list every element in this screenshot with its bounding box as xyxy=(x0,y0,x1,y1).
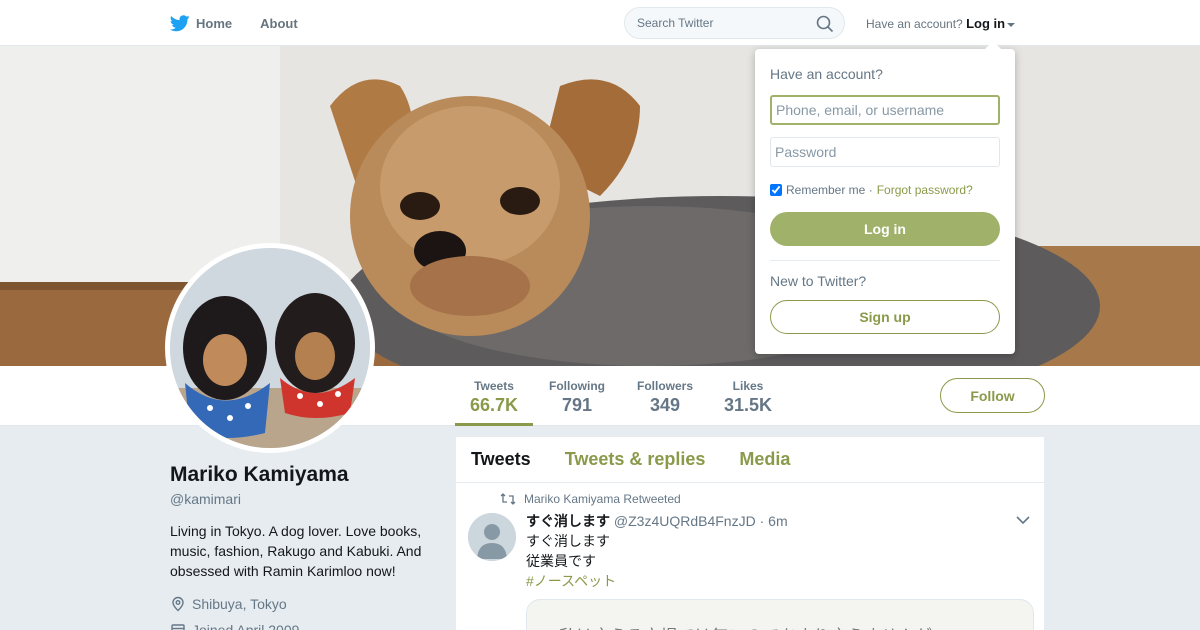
login-dropdown-title: Have an account? xyxy=(770,66,883,82)
timeline: Tweets Tweets & replies Media Mariko Kam… xyxy=(456,437,1044,630)
stat-followers[interactable]: Followers 349 xyxy=(628,366,702,426)
stat-value: 66.7K xyxy=(469,395,519,415)
stat-value: 31.5K xyxy=(723,395,773,415)
joined-text: Joined April 2009 xyxy=(192,622,300,630)
login-toggle[interactable]: Have an account? Log in xyxy=(866,16,1016,31)
new-to-twitter-text: New to Twitter? xyxy=(770,273,867,289)
retweet-icon xyxy=(500,493,516,505)
tweet-hashtag[interactable]: #ノースペット xyxy=(526,571,616,591)
tweet-time-separator: · xyxy=(759,513,765,529)
stat-tweets[interactable]: Tweets 66.7K xyxy=(455,366,533,426)
tab-tweets-replies[interactable]: Tweets & replies xyxy=(565,449,706,470)
password-field[interactable] xyxy=(770,137,1000,167)
follow-button[interactable]: Follow xyxy=(940,378,1045,413)
nav-home-label: Home xyxy=(196,15,233,31)
login-prompt: Have an account? xyxy=(866,17,963,31)
nav-links: Home About xyxy=(170,0,326,46)
search-box[interactable] xyxy=(624,7,845,39)
login-dropdown: Have an account? Remember me · Forgot pa… xyxy=(755,41,1015,354)
login-link[interactable]: Log in xyxy=(966,16,1005,31)
stat-label: Followers xyxy=(636,379,693,393)
stat-value: 791 xyxy=(561,395,593,415)
nav-home[interactable]: Home xyxy=(170,14,233,32)
remember-me-checkbox[interactable] xyxy=(770,184,782,196)
tweet-line: すぐ消します xyxy=(526,533,610,549)
profile-location: Shibuya, Tokyo xyxy=(170,596,287,612)
stat-label: Likes xyxy=(732,379,764,393)
tweet-menu-chevron-icon[interactable] xyxy=(1016,515,1030,525)
remember-me-label[interactable]: Remember me xyxy=(786,183,865,197)
tab-tweets[interactable]: Tweets xyxy=(471,449,531,470)
tab-media[interactable]: Media xyxy=(739,449,790,470)
tweet-header: すぐ消します @Z3z4UQRdB4FnzJD · 6m xyxy=(526,511,788,531)
profile-handle[interactable]: @kamimari xyxy=(170,491,241,507)
stat-following[interactable]: Following 791 xyxy=(540,366,614,426)
stat-likes[interactable]: Likes 31.5K xyxy=(718,366,778,426)
profile-avatar[interactable] xyxy=(165,243,375,453)
default-avatar-icon xyxy=(468,513,516,561)
profile-name[interactable]: Mariko Kamiyama xyxy=(170,463,349,487)
tweet-author-avatar[interactable] xyxy=(468,513,516,561)
calendar-icon xyxy=(171,624,185,630)
caret-down-icon xyxy=(1007,22,1016,27)
nav-about[interactable]: About xyxy=(260,16,298,31)
stat-value: 349 xyxy=(649,395,681,415)
login-button[interactable]: Log in xyxy=(770,212,1000,246)
tweet-author-handle[interactable]: @Z3z4UQRdB4FnzJD xyxy=(614,513,756,529)
stat-label: Following xyxy=(549,379,605,393)
remember-separator: · xyxy=(868,183,873,197)
tweet-media-card[interactable]: 私は言える立場では無いのであまり言えませんが、 xyxy=(526,599,1034,630)
profile-bio: Living in Tokyo. A dog lover. Love books… xyxy=(170,523,422,579)
retweet-context: Mariko Kamiyama Retweeted xyxy=(500,492,681,506)
signup-button[interactable]: Sign up xyxy=(770,300,1000,334)
tweet-line: 従業員です xyxy=(526,553,596,569)
stat-label: Tweets xyxy=(474,379,514,393)
top-nav: Home About Have an account? Log in xyxy=(0,0,1200,46)
timeline-tabs: Tweets Tweets & replies Media xyxy=(456,437,1044,483)
retweet-context-text[interactable]: Mariko Kamiyama Retweeted xyxy=(524,492,681,506)
username-field[interactable] xyxy=(770,95,1000,125)
tweet-author-name[interactable]: すぐ消します xyxy=(526,513,610,529)
remember-me-row: Remember me · Forgot password? xyxy=(770,183,973,197)
tweet-text: すぐ消します 従業員です xyxy=(526,531,610,571)
location-pin-icon xyxy=(172,596,184,612)
profile-joined: Joined April 2009 xyxy=(170,622,299,630)
search-input[interactable] xyxy=(637,16,807,30)
dropdown-divider xyxy=(770,260,1000,261)
location-text: Shibuya, Tokyo xyxy=(192,596,287,612)
forgot-password-link[interactable]: Forgot password? xyxy=(877,183,973,197)
tweet-media-text: 私は言える立場では無いのであまり言えませんが、 xyxy=(559,622,948,630)
tweet-time[interactable]: 6m xyxy=(768,513,787,529)
avatar-dogs-photo xyxy=(170,248,370,448)
search-icon[interactable] xyxy=(816,15,834,33)
twitter-bird-icon xyxy=(170,14,190,31)
